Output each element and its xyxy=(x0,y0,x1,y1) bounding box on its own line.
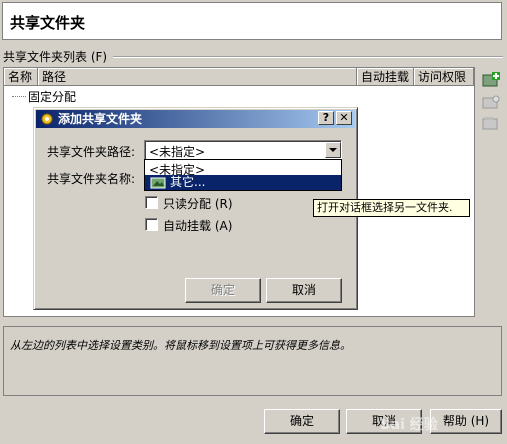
column-header-automount[interactable]: 自动挂载 xyxy=(357,68,414,86)
column-header-access[interactable]: 访问权限 xyxy=(414,68,474,86)
chevron-down-icon[interactable] xyxy=(325,142,341,158)
automount-checkbox[interactable] xyxy=(145,218,158,231)
readonly-checkbox[interactable] xyxy=(145,196,158,209)
tree-branch-line xyxy=(12,96,26,97)
tree-item-fixed[interactable]: 固定分配 xyxy=(28,88,76,105)
dialog-cancel-button[interactable]: 取消 xyxy=(266,278,342,303)
description-text: 从左边的列表中选择设置类别。将鼠标移到设置项上可获得更多信息。 xyxy=(10,339,351,352)
dialog-title: 添加共享文件夹 xyxy=(58,112,143,126)
add-share-icon[interactable] xyxy=(481,70,501,90)
remove-share-icon[interactable] xyxy=(481,113,501,133)
readonly-label: 只读分配 (R) xyxy=(163,197,233,211)
edit-share-icon[interactable] xyxy=(481,92,501,112)
column-header-name[interactable]: 名称 xyxy=(4,68,38,86)
watermark: Bai 经验 xyxy=(380,417,438,433)
path-label: 共享文件夹路径: xyxy=(47,145,136,159)
help-button[interactable]: 帮助 (H) xyxy=(430,409,502,434)
dropdown-option-other-label: 其它... xyxy=(170,175,206,189)
column-header-path[interactable]: 路径 xyxy=(38,68,357,86)
tooltip: 打开对话框选择另一文件夹. xyxy=(313,199,470,217)
folder-icon xyxy=(150,176,166,192)
dialog-ok-button[interactable]: 确定 xyxy=(185,278,261,303)
group-divider xyxy=(113,56,503,58)
folder-list-group-label: 共享文件夹列表 (F) xyxy=(3,48,112,65)
name-label: 共享文件夹名称: xyxy=(47,172,136,186)
folder-path-value: <未指定> xyxy=(149,145,206,159)
dialog-help-button[interactable]: ? xyxy=(318,111,334,125)
page-title: 共享文件夹 xyxy=(10,14,86,32)
dialog-close-button[interactable]: ✕ xyxy=(336,111,352,125)
ok-button[interactable]: 确定 xyxy=(264,409,340,434)
automount-label: 自动挂载 (A) xyxy=(163,219,233,233)
settings-gear-icon xyxy=(39,111,55,130)
